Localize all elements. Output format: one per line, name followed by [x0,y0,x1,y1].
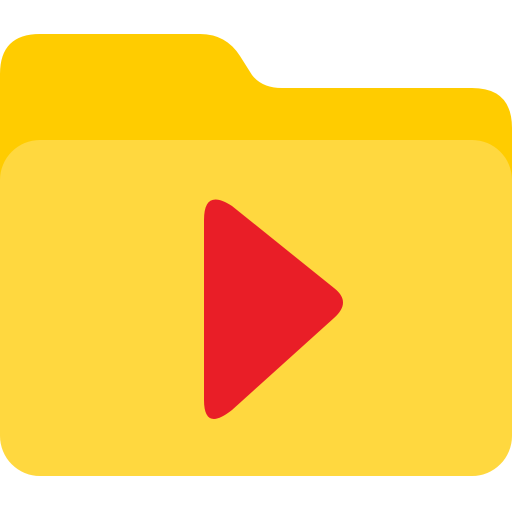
video-folder-icon-svg [0,34,512,476]
video-folder-icon [0,0,512,512]
